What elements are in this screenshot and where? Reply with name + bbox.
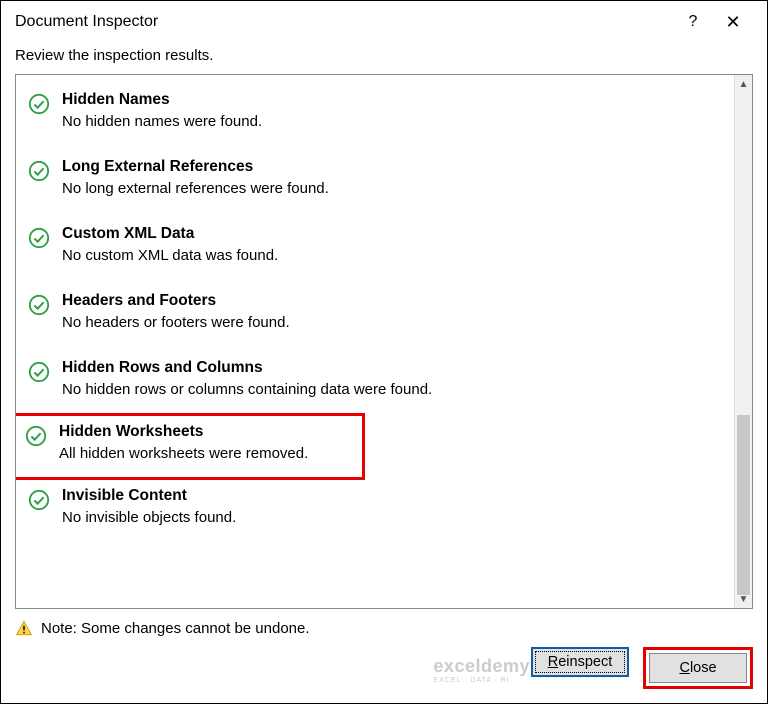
result-desc: No long external references were found. — [62, 180, 722, 197]
footer-note: Note: Some changes cannot be undone. — [41, 620, 310, 637]
result-desc: No invisible objects found. — [62, 509, 722, 526]
result-desc: No hidden names were found. — [62, 113, 722, 130]
check-icon — [28, 361, 50, 383]
titlebar: Document Inspector ? ✕ — [1, 1, 767, 43]
results-list: Hidden Names No hidden names were found.… — [16, 75, 734, 608]
result-item: Long External References No long externa… — [16, 148, 734, 215]
results-panel: Hidden Names No hidden names were found.… — [15, 74, 753, 609]
result-heading: Invisible Content — [62, 487, 722, 505]
check-icon — [28, 489, 50, 511]
result-heading: Headers and Footers — [62, 292, 722, 310]
result-desc: No custom XML data was found. — [62, 247, 722, 264]
scrollbar[interactable]: ▲ ▼ — [734, 75, 752, 608]
check-icon — [25, 425, 47, 447]
document-inspector-dialog: Document Inspector ? ✕ Review the inspec… — [0, 0, 768, 704]
close-icon[interactable]: ✕ — [713, 12, 753, 33]
result-item: Headers and Footers No headers or footer… — [16, 282, 734, 349]
result-heading: Hidden Worksheets — [59, 423, 353, 441]
footer: Note: Some changes cannot be undone. — [1, 609, 767, 647]
result-heading: Custom XML Data — [62, 225, 722, 243]
reinspect-wrapper: Reinspect — [531, 647, 629, 689]
result-item: Hidden Names No hidden names were found. — [16, 81, 734, 148]
warning-icon — [15, 619, 33, 637]
scroll-up-icon[interactable]: ▲ — [735, 75, 752, 93]
result-desc: No headers or footers were found. — [62, 314, 722, 331]
result-desc: All hidden worksheets were removed. — [59, 445, 353, 462]
result-item: Hidden Rows and Columns No hidden rows o… — [16, 349, 734, 416]
btn-label-rest: einspect — [558, 654, 612, 670]
result-heading: Hidden Names — [62, 91, 722, 109]
close-button[interactable]: Close — [649, 653, 747, 683]
result-item: Invisible Content No invisible objects f… — [16, 477, 734, 544]
result-heading: Long External References — [62, 158, 722, 176]
mnemonic: C — [679, 660, 689, 676]
scroll-thumb[interactable] — [737, 415, 750, 595]
check-icon — [28, 160, 50, 182]
result-heading: Hidden Rows and Columns — [62, 359, 722, 377]
reinspect-button[interactable]: Reinspect — [531, 647, 629, 677]
result-desc: No hidden rows or columns containing dat… — [62, 381, 722, 398]
help-button[interactable]: ? — [673, 13, 713, 31]
dialog-title: Document Inspector — [15, 13, 673, 31]
subtitle: Review the inspection results. — [1, 43, 767, 74]
check-icon — [28, 227, 50, 249]
check-icon — [28, 294, 50, 316]
button-row: Reinspect Close — [1, 647, 767, 703]
check-icon — [28, 93, 50, 115]
scroll-down-icon[interactable]: ▼ — [735, 590, 752, 608]
result-item: Custom XML Data No custom XML data was f… — [16, 215, 734, 282]
mnemonic: R — [548, 654, 558, 670]
result-item-highlighted: Hidden Worksheets All hidden worksheets … — [16, 413, 365, 480]
btn-label-rest: lose — [690, 660, 717, 676]
close-button-highlight: Close — [643, 647, 753, 689]
